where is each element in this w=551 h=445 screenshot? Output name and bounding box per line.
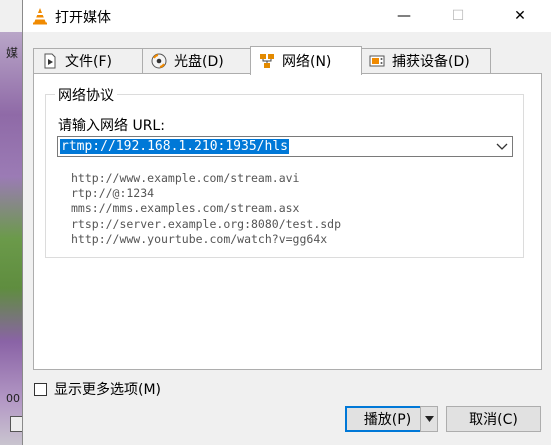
tab-bar: 文件(F) 光盘(D) 网络(N) 捕获设备(D) (23, 46, 551, 75)
play-dropdown-button[interactable] (420, 406, 438, 432)
network-icon (260, 54, 274, 68)
show-more-options[interactable]: 显示更多选项(M) (34, 379, 161, 399)
example-url: rtp://@:1234 (71, 186, 155, 201)
tab-capture-device[interactable]: 捕获设备(D) (360, 48, 491, 73)
group-title: 网络协议 (55, 85, 117, 105)
tab-label: 捕获设备(D) (392, 54, 470, 70)
url-combobox[interactable]: rtmp://192.168.1.210:1935/hls (57, 136, 513, 157)
file-icon (44, 53, 56, 69)
close-button[interactable]: ✕ (497, 0, 543, 32)
example-url: http://www.example.com/stream.avi (71, 171, 300, 185)
tab-label: 网络(N) (282, 54, 332, 70)
network-panel: 网络协议 请输入网络 URL: rtmp://192.168.1.210:193… (33, 73, 542, 370)
tab-network[interactable]: 网络(N) (250, 46, 362, 75)
cancel-button[interactable]: 取消(C) (446, 406, 541, 432)
background-label: 媒 (6, 46, 19, 60)
open-media-dialog: 打开媒体 — ☐ ✕ 文件(F) 光盘(D) 网络(N) 捕获设备(D) 网络协… (22, 0, 551, 445)
tab-label: 文件(F) (65, 54, 112, 70)
more-options-label: 显示更多选项(M) (54, 382, 162, 398)
chevron-down-icon[interactable] (496, 139, 508, 153)
example-url: rtsp://server.example.org:8080/test.sdp (71, 216, 342, 231)
example-url: mms://mms.examples.com/stream.asx (71, 201, 300, 216)
triangle-down-icon (424, 416, 434, 422)
example-url: http://www.yourtube.com/watch?v=gg64x (71, 231, 328, 246)
tab-disc[interactable]: 光盘(D) (142, 48, 252, 73)
url-examples: http://www.example.com/stream.avi rtp://… (71, 171, 341, 247)
network-protocol-group: 网络协议 请输入网络 URL: rtmp://192.168.1.210:193… (45, 85, 524, 258)
background-media-strip: 媒 00 (0, 32, 24, 445)
maximize-button[interactable]: ☐ (435, 0, 481, 32)
capture-device-icon (369, 55, 385, 67)
play-button[interactable]: 播放(P) (345, 406, 430, 432)
url-input-value[interactable]: rtmp://192.168.1.210:1935/hls (59, 138, 290, 155)
background-number: 00 (6, 392, 20, 405)
titlebar[interactable]: 打开媒体 — ☐ ✕ (23, 0, 551, 32)
minimize-button[interactable]: — (381, 0, 427, 32)
disc-icon (151, 53, 167, 69)
vlc-cone-icon (33, 8, 47, 25)
tab-file[interactable]: 文件(F) (33, 48, 144, 73)
window-title: 打开媒体 (55, 10, 111, 26)
tab-label: 光盘(D) (174, 54, 224, 70)
url-label: 请输入网络 URL: (58, 118, 165, 134)
more-options-checkbox[interactable] (34, 382, 47, 396)
